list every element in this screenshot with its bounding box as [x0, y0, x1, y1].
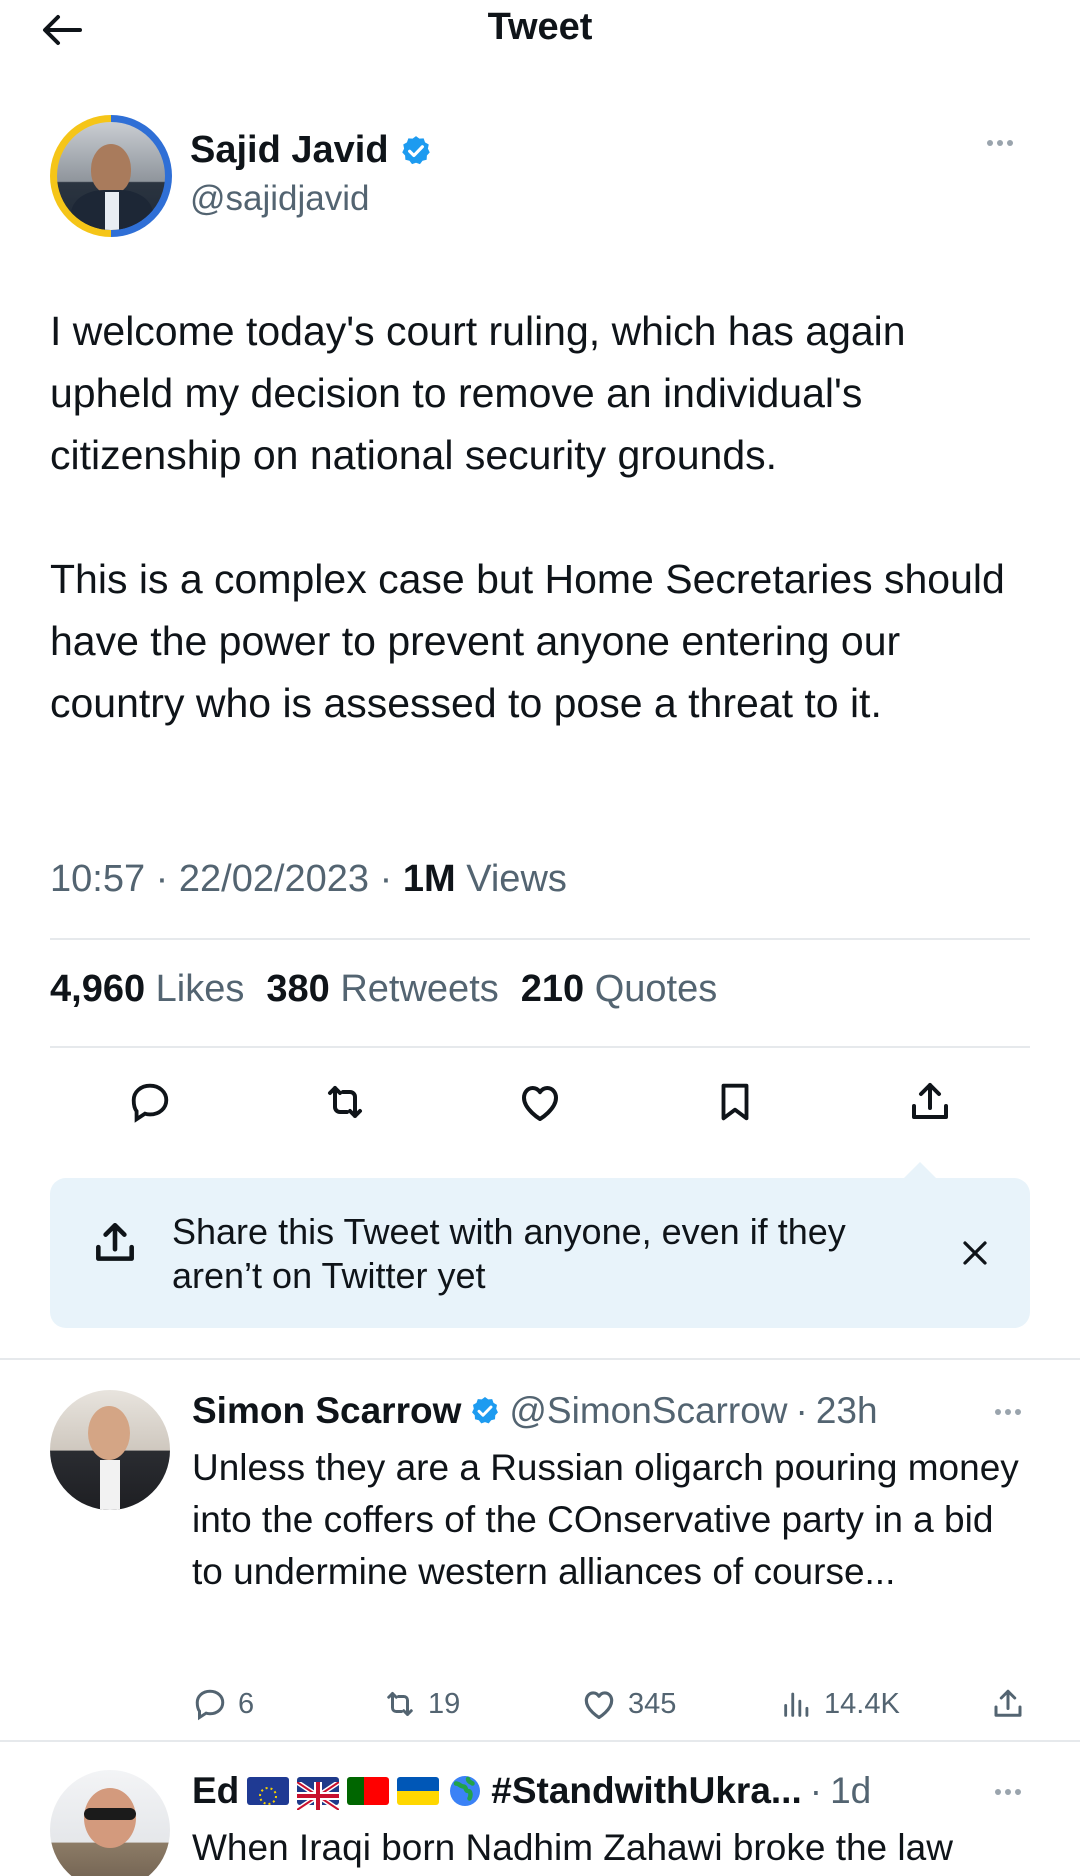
close-icon — [963, 1241, 987, 1265]
quotes-label: Quotes — [594, 968, 718, 1010]
reply-author-name-suffix[interactable]: #StandwithUkra... — [491, 1770, 801, 1812]
quotes-count: 210 — [520, 968, 585, 1010]
reply-item[interactable]: Simon Scarrow @SimonScarrow · 23h Unless t… — [50, 1390, 1030, 1730]
divider — [50, 1046, 1030, 1048]
author-name-row[interactable]: Sajid Javid — [190, 129, 433, 172]
reply-like-button[interactable]: 345 — [580, 1682, 676, 1726]
page-title: Tweet — [487, 6, 593, 48]
tweet-author: Sajid Javid @sajidjavid — [50, 115, 1030, 239]
eu-flag-icon — [247, 1777, 290, 1805]
ukraine-flag-icon — [397, 1777, 440, 1805]
reply-text: When Iraqi born Nadhim Zahawi broke the … — [192, 1827, 953, 1868]
verified-badge-icon — [401, 135, 430, 164]
views-count: 14.4K — [824, 1687, 900, 1720]
divider — [50, 938, 1030, 940]
reply-share-button[interactable] — [990, 1682, 1026, 1726]
share-icon — [994, 1689, 1022, 1717]
reply-avatar[interactable] — [50, 1770, 170, 1876]
divider — [0, 1740, 1080, 1742]
reply-icon — [131, 1083, 169, 1123]
likes-stat[interactable]: 4,960 Likes — [50, 968, 244, 1011]
author-name: Sajid Javid — [190, 129, 389, 171]
reply-item[interactable]: Ed #StandwithUkra... · 1d When Iraqi born … — [50, 1770, 1030, 1876]
share-tooltip-text: Share this Tweet with anyone, even if th… — [172, 1211, 846, 1296]
reply-views-button[interactable]: 14.4K — [780, 1682, 900, 1726]
more-options-button[interactable] — [978, 131, 1022, 155]
reply-count: 6 — [238, 1687, 255, 1720]
portugal-flag-icon — [347, 1777, 390, 1805]
views-label: Views — [466, 858, 567, 900]
retweet-count: 19 — [428, 1687, 461, 1720]
heart-icon — [584, 1691, 614, 1720]
tooltip-pointer — [902, 1162, 938, 1180]
reply-avatar[interactable] — [50, 1390, 170, 1510]
divider — [0, 1358, 1080, 1360]
bookmark-icon — [721, 1083, 749, 1121]
views-count: 1M — [402, 858, 456, 900]
tweet-action-bar — [50, 1072, 1030, 1132]
reply-button[interactable] — [120, 1072, 180, 1132]
reply-author-name[interactable]: Simon Scarrow — [192, 1390, 461, 1432]
tweet-text: I welcome today's court ruling, which ha… — [50, 308, 1005, 726]
share-button[interactable] — [900, 1072, 960, 1132]
tweet-date[interactable]: 22/02/2023 — [179, 858, 369, 900]
reply-header: Simon Scarrow @SimonScarrow · 23h — [192, 1390, 878, 1432]
likes-count: 4,960 — [50, 968, 146, 1010]
tweet-stats: 4,960 Likes 380 Retweets 210 Quotes — [50, 968, 717, 1011]
reply-time[interactable]: 23h — [816, 1390, 878, 1432]
share-tooltip: Share this Tweet with anyone, even if th… — [50, 1162, 1030, 1328]
retweet-button[interactable] — [315, 1072, 375, 1132]
reply-reply-button[interactable]: 6 — [192, 1682, 254, 1726]
uk-flag-icon — [295, 1777, 341, 1813]
likes-label: Likes — [155, 968, 245, 1010]
reply-header: Ed #StandwithUkra... · 1d — [192, 1770, 872, 1813]
share-icon — [96, 1223, 134, 1261]
reply-action-bar: 6 19 345 14.4K — [192, 1682, 1032, 1726]
author-handle[interactable]: @sajidjavid — [190, 179, 370, 219]
retweets-label: Retweets — [340, 968, 499, 1010]
reply-more-button[interactable] — [986, 1780, 1030, 1804]
reply-more-button[interactable] — [986, 1400, 1030, 1424]
retweets-count: 380 — [266, 968, 330, 1010]
reply-author-name[interactable]: Ed — [192, 1770, 239, 1812]
reply-icon — [195, 1689, 225, 1721]
heart-icon — [522, 1086, 558, 1121]
tweet-time[interactable]: 10:57 — [50, 858, 145, 900]
quotes-stat[interactable]: 210 Quotes — [521, 968, 718, 1011]
like-count: 345 — [628, 1687, 677, 1720]
retweet-icon — [328, 1086, 362, 1118]
reply-text: Unless they are a Russian oligarch pouri… — [192, 1447, 1019, 1592]
top-bar: Tweet — [0, 0, 1080, 70]
verified-badge-icon — [472, 1397, 499, 1424]
tweet-meta: 10:57 · 22/02/2023 · 1M Views — [50, 858, 567, 900]
reply-retweet-button[interactable]: 19 — [382, 1682, 460, 1726]
close-button[interactable] — [950, 1228, 1000, 1278]
reply-author-handle[interactable]: @SimonScarrow — [509, 1390, 787, 1432]
reply-time[interactable]: 1d — [830, 1770, 871, 1812]
bookmark-button[interactable] — [705, 1072, 765, 1132]
like-button[interactable] — [510, 1072, 570, 1132]
share-icon — [912, 1083, 948, 1119]
globe-icon — [450, 1776, 481, 1806]
retweet-icon — [387, 1692, 413, 1716]
analytics-icon — [784, 1692, 809, 1717]
retweets-stat[interactable]: 380 Retweets — [266, 968, 498, 1011]
author-avatar[interactable] — [50, 115, 172, 237]
